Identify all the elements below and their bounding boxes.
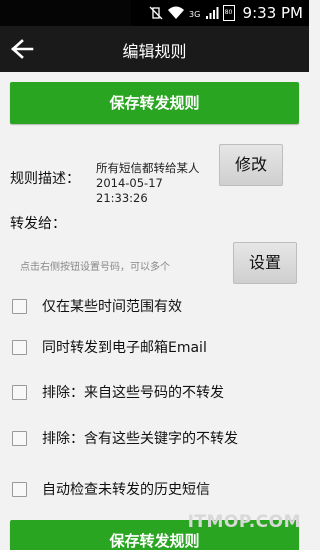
forward-to-hint: 点击右侧按钮设置号码，可以多个	[20, 262, 170, 273]
title-bar: 编辑规则	[0, 26, 309, 72]
checkbox[interactable]	[12, 298, 27, 314]
option-label: 排除：来自这些号码的不转发	[42, 385, 224, 401]
svg-text:3G: 3G	[189, 10, 200, 19]
option-label: 排除：含有这些关键字的不转发	[42, 431, 238, 447]
rule-description-label: 规则描述：	[10, 171, 80, 187]
checkbox[interactable]	[12, 384, 27, 400]
option-time-range[interactable]: 仅在某些时间范围有效	[12, 294, 182, 318]
status-bar: 3G 80 9:33 PM	[0, 0, 309, 26]
edit-description-button[interactable]: 修改	[219, 144, 283, 186]
forward-to-label: 转发给：	[10, 216, 66, 232]
option-label: 同时转发到电子邮箱Email	[42, 340, 207, 356]
battery-level: 80	[224, 9, 233, 16]
battery-icon: 80	[222, 5, 235, 21]
3g-signal-icon: 3G	[189, 10, 200, 19]
vibrate-off-icon	[149, 6, 163, 20]
option-label: 自动检查未转发的历史短信	[42, 482, 210, 498]
option-exclude-keywords[interactable]: 排除：含有这些关键字的不转发	[12, 426, 238, 450]
save-rule-button[interactable]: 保存转发规则	[10, 82, 299, 124]
wifi-icon	[167, 6, 184, 19]
checkbox[interactable]	[12, 481, 27, 497]
watermark: ITMOP.COM	[187, 512, 301, 532]
checkbox[interactable]	[12, 339, 27, 355]
option-label: 仅在某些时间范围有效	[42, 299, 182, 315]
set-recipients-button[interactable]: 设置	[233, 242, 297, 284]
option-forward-email[interactable]: 同时转发到电子邮箱Email	[12, 335, 207, 359]
checkbox[interactable]	[12, 430, 27, 446]
status-time: 9:33 PM	[242, 4, 303, 22]
rule-description-text: 所有短信都转给某人2014-05-17 21:33:26	[96, 161, 200, 205]
option-check-history[interactable]: 自动检查未转发的历史短信	[12, 477, 210, 501]
page-title: 编辑规则	[122, 42, 187, 61]
option-exclude-numbers[interactable]: 排除：来自这些号码的不转发	[12, 380, 224, 404]
signal-bars-icon	[205, 7, 219, 19]
